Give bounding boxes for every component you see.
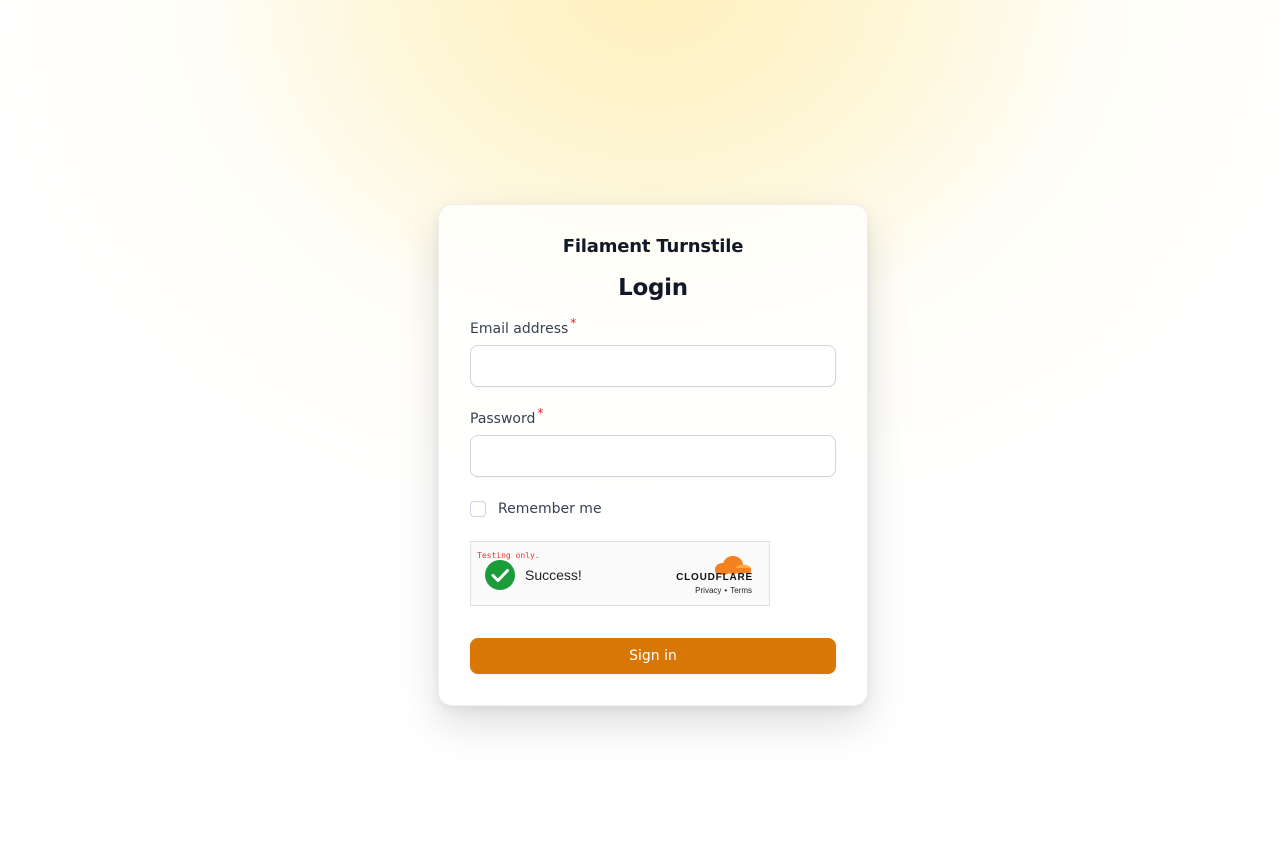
- links-separator: •: [724, 586, 728, 595]
- password-label-text: Password: [470, 411, 536, 427]
- remember-me-checkbox[interactable]: [470, 501, 486, 517]
- check-circle-icon: [485, 560, 515, 590]
- terms-link[interactable]: Terms: [730, 586, 752, 595]
- password-input[interactable]: [470, 435, 836, 477]
- remember-me-label[interactable]: Remember me: [498, 501, 602, 517]
- password-label: Password *: [470, 406, 543, 427]
- remember-me-row[interactable]: Remember me: [470, 501, 602, 517]
- email-required-mark: *: [570, 316, 577, 330]
- email-label-text: Email address: [470, 321, 569, 337]
- turnstile-widget[interactable]: Testing only. Success! CLOUDFLARE Privac…: [470, 541, 770, 606]
- cloudflare-wordmark: CLOUDFLARE: [676, 572, 753, 583]
- sign-in-button[interactable]: Sign in: [470, 638, 836, 674]
- turnstile-links: Privacy • Terms: [695, 586, 752, 595]
- email-input[interactable]: [470, 345, 836, 387]
- email-label: Email address *: [470, 316, 576, 337]
- password-required-mark: *: [537, 406, 544, 420]
- turnstile-testing-notice: Testing only.: [477, 551, 540, 560]
- login-card: Filament Turnstile Login Email address * …: [438, 204, 868, 706]
- turnstile-status: Success!: [525, 567, 582, 583]
- page-title: Login: [618, 275, 688, 301]
- privacy-link[interactable]: Privacy: [695, 586, 721, 595]
- brand-name: Filament Turnstile: [562, 236, 744, 257]
